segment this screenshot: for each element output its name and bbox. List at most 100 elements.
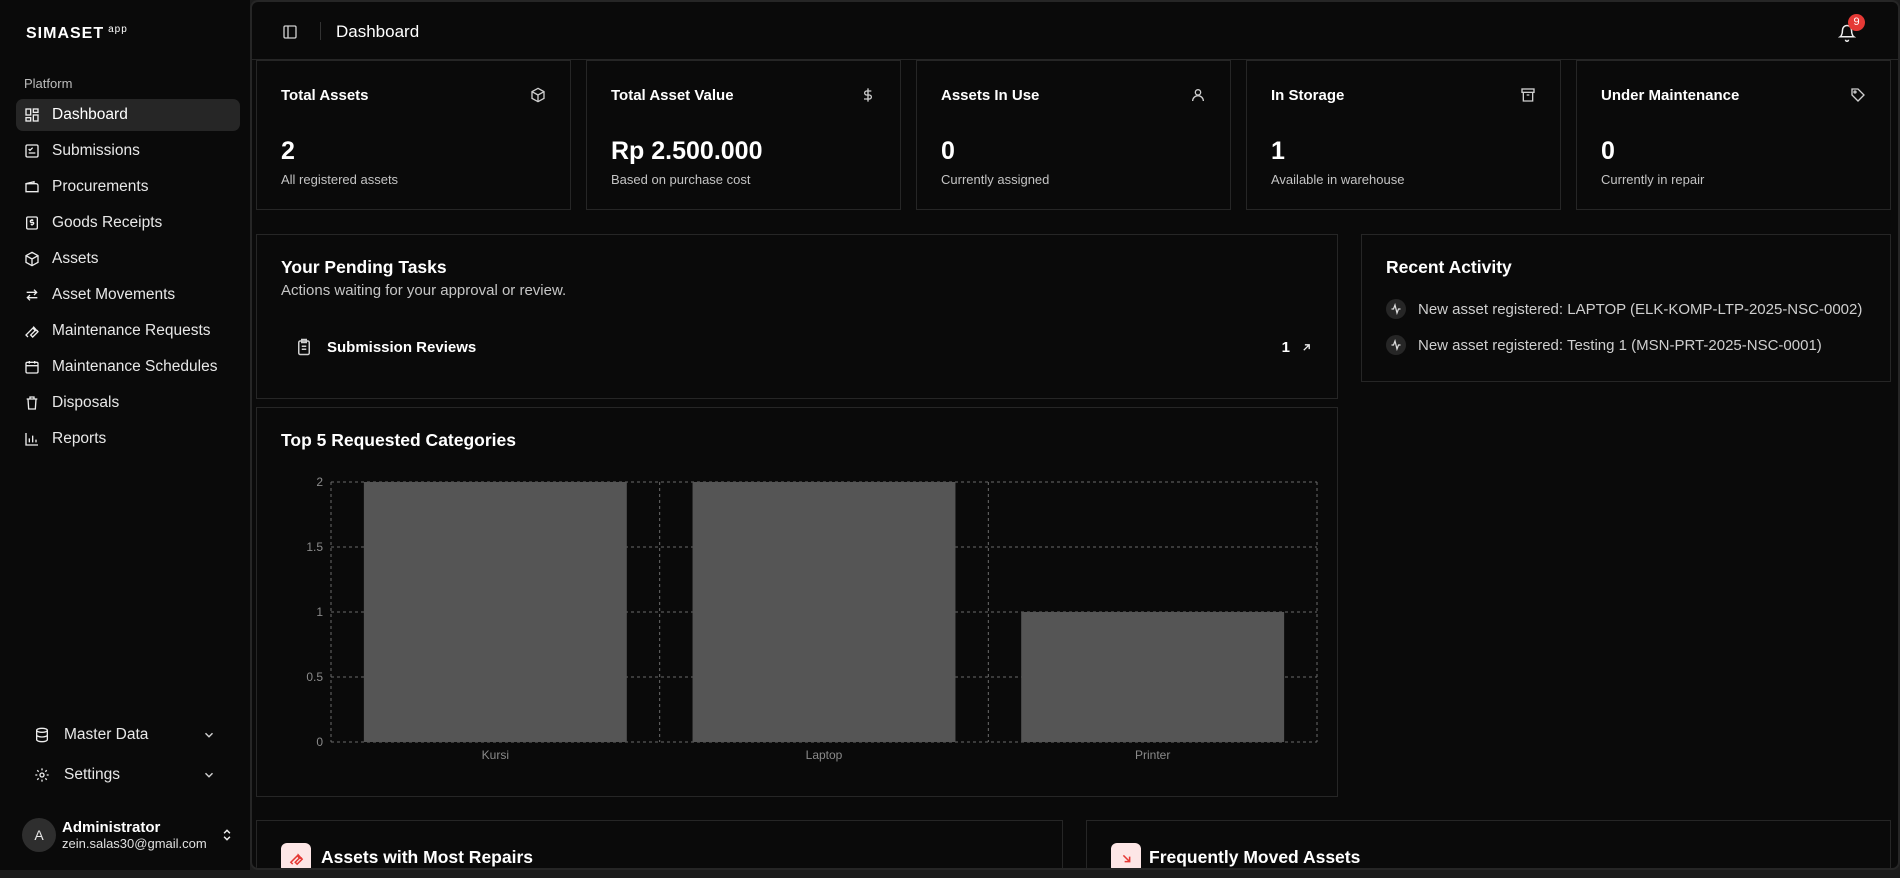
top-categories-card: Top 5 Requested Categories 0 0.5 1 1.5 2 Kurs… xyxy=(256,407,1338,797)
gear-icon xyxy=(34,767,50,783)
calendar-icon xyxy=(24,359,40,375)
trash-icon xyxy=(24,395,40,411)
sidebar-item-label: Goods Receipts xyxy=(52,214,163,231)
sidebar-item-master-data[interactable]: Master Data xyxy=(26,719,224,751)
brand-suffix: app xyxy=(108,24,128,35)
archive-icon xyxy=(1520,87,1536,103)
user-name: Administrator xyxy=(62,819,161,836)
activity-text: New asset registered: LAPTOP (ELK-KOMP-L… xyxy=(1418,300,1863,318)
nav-group-label: Platform xyxy=(24,76,73,91)
y-tick-label: 0 xyxy=(316,735,323,749)
dollar-icon xyxy=(860,87,876,103)
chevron-down-icon xyxy=(202,728,216,742)
sidebar-item-settings[interactable]: Settings xyxy=(26,759,224,791)
chevron-down-icon xyxy=(202,768,216,782)
stat-value: 0 xyxy=(1601,137,1615,165)
sidebar-item-label: Assets xyxy=(52,250,99,267)
tag-icon xyxy=(1850,87,1866,103)
arrow-up-right-icon xyxy=(1300,341,1313,354)
package-icon xyxy=(24,251,40,267)
topbar: Dashboard 9 xyxy=(252,2,1898,60)
activity-text: New asset registered: Testing 1 (MSN-PRT… xyxy=(1418,336,1822,354)
task-label: Submission Reviews xyxy=(327,338,477,356)
most-repairs-card: Assets with Most Repairs xyxy=(256,820,1063,868)
activity-item: New asset registered: LAPTOP (ELK-KOMP-L… xyxy=(1386,299,1886,319)
stat-value: 0 xyxy=(941,137,955,165)
stat-card-total-asset-value: Total Asset Value Rp 2.500.000 Based on … xyxy=(586,60,901,210)
sidebar-item-label: Procurements xyxy=(52,178,149,195)
sidebar-item-disposals[interactable]: Disposals xyxy=(16,387,240,419)
wallet-icon xyxy=(24,179,40,195)
stat-subtitle: Currently in repair xyxy=(1601,172,1705,187)
stat-title: In Storage xyxy=(1271,87,1345,104)
receipt-icon xyxy=(24,215,40,231)
sidebar-item-asset-movements[interactable]: Asset Movements xyxy=(16,279,240,311)
box-icon xyxy=(530,87,546,103)
bar xyxy=(1021,612,1285,742)
y-tick-label: 2 xyxy=(316,475,323,489)
stat-subtitle: All registered assets xyxy=(281,172,399,187)
brand-logo[interactable]: SIMASET app xyxy=(26,24,128,43)
stat-title: Total Assets xyxy=(281,87,369,104)
layout-dashboard-icon xyxy=(24,107,40,123)
chevrons-up-down-icon xyxy=(220,827,234,843)
stat-title: Under Maintenance xyxy=(1601,87,1740,104)
sidebar-item-goods-receipts[interactable]: Goods Receipts xyxy=(16,207,240,239)
stat-subtitle: Currently assigned xyxy=(941,172,1050,187)
clipboard-check-icon xyxy=(24,143,40,159)
sidebar-item-procurements[interactable]: Procurements xyxy=(16,171,240,203)
sidebar-toggle-icon[interactable] xyxy=(282,24,298,40)
bar-chart: 0 0.5 1 1.5 2 Kursi Laptop Printer xyxy=(306,475,1318,762)
sidebar-item-label: Master Data xyxy=(64,726,149,743)
stat-card-under-maintenance: Under Maintenance 0 Currently in repair xyxy=(1576,60,1891,210)
user-email: zein.salas30@gmail.com xyxy=(62,836,207,851)
sidebar-item-label: Maintenance Schedules xyxy=(52,358,218,375)
chart-title: Top 5 Requested Categories xyxy=(281,430,517,450)
x-tick-label: Kursi xyxy=(482,748,509,762)
frequently-moved-title: Frequently Moved Assets xyxy=(1149,847,1361,867)
wrench-icon xyxy=(281,843,311,868)
sidebar-item-label: Disposals xyxy=(52,394,120,411)
sidebar-item-label: Settings xyxy=(64,766,121,783)
sidebar-item-assets[interactable]: Assets xyxy=(16,243,240,275)
sidebar-item-reports[interactable]: Reports xyxy=(16,423,240,455)
activity-icon xyxy=(1386,299,1406,319)
task-count: 1 xyxy=(1281,338,1290,356)
stat-title: Assets In Use xyxy=(941,87,1040,104)
sidebar: SIMASET app Platform Dashboard Submission… xyxy=(0,0,250,878)
notification-badge: 9 xyxy=(1848,14,1865,31)
stat-value: 2 xyxy=(281,137,295,165)
bar-chart-icon xyxy=(24,431,40,447)
sidebar-item-dashboard[interactable]: Dashboard xyxy=(16,99,240,131)
sidebar-item-label: Maintenance Requests xyxy=(52,322,211,339)
sidebar-item-maintenance-requests[interactable]: Maintenance Requests xyxy=(16,315,240,347)
avatar: A xyxy=(22,818,56,852)
pending-tasks-subtitle: Actions waiting for your approval or rev… xyxy=(281,282,567,299)
stat-subtitle: Based on purchase cost xyxy=(611,172,751,187)
brand-name: SIMASET xyxy=(26,25,105,42)
y-tick-label: 1 xyxy=(316,605,323,619)
user-menu[interactable]: A Administrator zein.salas30@gmail.com xyxy=(22,815,234,855)
pending-tasks-card: Your Pending Tasks Actions waiting for y… xyxy=(256,234,1338,399)
x-tick-label: Laptop xyxy=(806,748,843,762)
activity-icon xyxy=(1386,335,1406,355)
sidebar-item-submissions[interactable]: Submissions xyxy=(16,135,240,167)
stat-value: 1 xyxy=(1271,137,1285,165)
stat-card-total-assets: Total Assets 2 All registered assets xyxy=(256,60,571,210)
sidebar-item-label: Dashboard xyxy=(52,106,128,123)
frequently-moved-card: Frequently Moved Assets xyxy=(1086,820,1891,868)
pending-tasks-title: Your Pending Tasks xyxy=(281,257,447,277)
stat-title: Total Asset Value xyxy=(611,87,734,104)
arrow-down-right-icon xyxy=(1111,843,1141,868)
y-tick-label: 0.5 xyxy=(306,670,323,684)
most-repairs-title: Assets with Most Repairs xyxy=(321,847,533,867)
wrench-icon xyxy=(24,323,40,339)
activity-item: New asset registered: Testing 1 (MSN-PRT… xyxy=(1386,335,1886,355)
sidebar-item-label: Reports xyxy=(52,430,107,447)
task-submission-reviews[interactable]: Submission Reviews 1 xyxy=(281,331,1315,363)
sidebar-item-maintenance-schedules[interactable]: Maintenance Schedules xyxy=(16,351,240,383)
sidebar-nav: Dashboard Submissions Procurements Goods… xyxy=(16,99,240,459)
page-title: Dashboard xyxy=(336,22,420,41)
recent-activity-title: Recent Activity xyxy=(1386,257,1512,277)
bar xyxy=(363,482,627,742)
